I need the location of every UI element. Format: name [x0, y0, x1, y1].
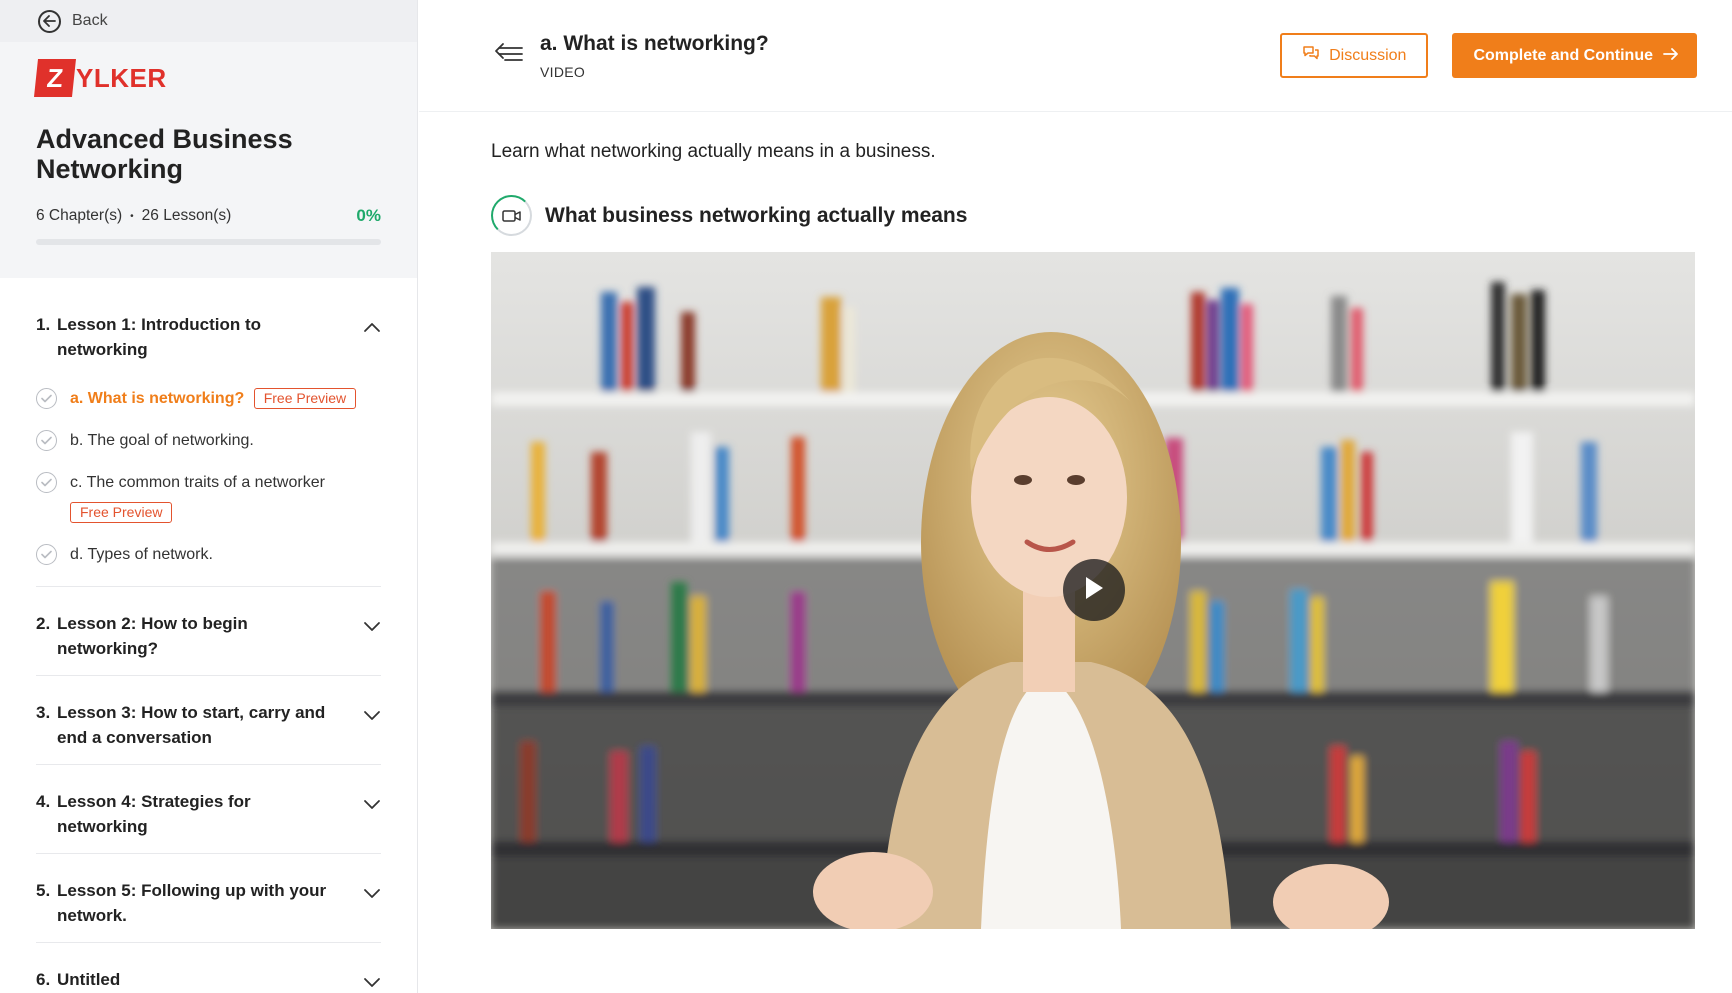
course-meta: 6 Chapter(s) • 26 Lesson(s) 0% — [36, 206, 381, 226]
meta-separator: • — [130, 210, 134, 222]
back-label: Back — [72, 12, 108, 29]
discussion-button[interactable]: Discussion — [1280, 33, 1429, 78]
lesson-sublist: a. What is networking? Free Preview b. T… — [36, 376, 381, 586]
lesson-content: Learn what networking actually means in … — [419, 112, 1732, 929]
chapter-count: 6 Chapter(s) — [36, 207, 123, 224]
course-title: Advanced Business Networking — [36, 124, 293, 184]
video-title: What business networking actually means — [545, 203, 968, 227]
lesson-header-5[interactable]: 5. Lesson 5: Following up with your netw… — [36, 854, 381, 942]
sublesson-item-d[interactable]: d. Types of network. — [36, 544, 381, 566]
lesson-item: 5. Lesson 5: Following up with your netw… — [36, 854, 381, 943]
lesson-header-2[interactable]: 2. Lesson 2: How to begin networking? — [36, 587, 381, 675]
top-actions: Discussion Complete and Continue — [1280, 33, 1697, 78]
lesson-number: 5. — [36, 881, 51, 900]
lesson-title: Lesson 2: How to begin networking? — [57, 614, 248, 658]
lesson-title: Lesson 5: Following up with your network… — [57, 881, 327, 925]
zylker-logo[interactable]: Z YLKER — [34, 56, 381, 100]
check-circle-icon — [36, 472, 57, 493]
back-button[interactable]: Back — [0, 0, 417, 42]
lesson-number: 1. — [36, 315, 51, 334]
sublesson-item-c[interactable]: c. The common traits of a networker Free… — [36, 472, 381, 524]
chevron-down-icon[interactable] — [363, 703, 381, 728]
lesson-topbar: a. What is networking? VIDEO Discussion … — [419, 0, 1732, 112]
lesson-header-3[interactable]: 3. Lesson 3: How to start, carry and end… — [36, 676, 381, 764]
lesson-title: Untitled — [57, 970, 121, 989]
lesson-list: 1. Lesson 1: Introduction to networking … — [0, 278, 417, 993]
free-preview-badge: Free Preview — [253, 388, 357, 409]
logo-mark: Z — [34, 59, 76, 97]
course-header: Z YLKER Advanced Business Networking 6 C… — [0, 42, 417, 278]
check-circle-icon — [36, 388, 57, 409]
lesson-item: 2. Lesson 2: How to begin networking? — [36, 587, 381, 676]
lesson-title: Lesson 4: Strategies for networking — [57, 792, 251, 836]
course-sidebar: Back Z YLKER Advanced Business Networkin… — [0, 0, 418, 993]
free-preview-badge: Free Preview — [70, 502, 173, 523]
progress-bar — [36, 239, 381, 245]
sublesson-label: a. What is networking? — [70, 390, 245, 407]
check-circle-icon — [36, 544, 57, 565]
chevron-up-icon[interactable] — [363, 315, 381, 340]
lesson-title: Lesson 3: How to start, carry and end a … — [57, 703, 326, 747]
complete-label: Complete and Continue — [1473, 46, 1653, 64]
sublesson-item-a[interactable]: a. What is networking? Free Preview — [36, 388, 381, 410]
page-title: a. What is networking? — [540, 31, 769, 55]
sublesson-label: c. The common traits of a networker — [70, 474, 325, 491]
progress-percent: 0% — [356, 206, 381, 225]
sublesson-item-b[interactable]: b. The goal of networking. — [36, 430, 381, 452]
lesson-item: 3. Lesson 3: How to start, carry and end… — [36, 676, 381, 765]
menu-collapse-icon[interactable] — [494, 42, 524, 67]
lesson-count: 26 Lesson(s) — [141, 207, 232, 224]
chevron-down-icon[interactable] — [363, 792, 381, 817]
sublesson-label: d. Types of network. — [70, 546, 213, 563]
sublesson-label: b. The goal of networking. — [70, 432, 254, 449]
chat-bubbles-icon — [1302, 45, 1320, 66]
video-heading: What business networking actually means — [491, 195, 1696, 236]
video-camera-icon — [491, 195, 532, 236]
lesson-item: 6. Untitled — [36, 943, 381, 993]
lesson-type-label: VIDEO — [540, 63, 586, 80]
lesson-header-4[interactable]: 4. Lesson 4: Strategies for networking — [36, 765, 381, 853]
check-circle-icon — [36, 430, 57, 451]
video-player[interactable] — [491, 252, 1695, 929]
lesson-number: 4. — [36, 792, 51, 811]
lesson-description: Learn what networking actually means in … — [491, 141, 936, 162]
lesson-header-6[interactable]: 6. Untitled — [36, 943, 381, 993]
chevron-down-icon[interactable] — [363, 614, 381, 639]
discussion-label: Discussion — [1329, 46, 1407, 64]
lesson-number: 3. — [36, 703, 51, 722]
lesson-main: a. What is networking? VIDEO Discussion … — [419, 0, 1732, 993]
lesson-title: Lesson 1: Introduction to networking — [57, 315, 261, 359]
lesson-item: 1. Lesson 1: Introduction to networking … — [36, 278, 381, 587]
lesson-number: 2. — [36, 614, 51, 633]
arrow-left-circle-icon — [38, 9, 61, 33]
chevron-down-icon[interactable] — [363, 881, 381, 906]
lesson-header-1[interactable]: 1. Lesson 1: Introduction to networking — [36, 278, 381, 376]
lesson-item: 4. Lesson 4: Strategies for networking — [36, 765, 381, 854]
play-button[interactable] — [1063, 559, 1125, 621]
lesson-heading: a. What is networking? VIDEO — [540, 32, 769, 80]
play-icon — [1083, 575, 1105, 606]
lesson-number: 6. — [36, 970, 51, 989]
logo-text: YLKER — [76, 62, 167, 93]
complete-continue-button[interactable]: Complete and Continue — [1452, 33, 1697, 78]
arrow-right-icon — [1663, 47, 1679, 65]
chevron-down-icon[interactable] — [363, 970, 381, 993]
